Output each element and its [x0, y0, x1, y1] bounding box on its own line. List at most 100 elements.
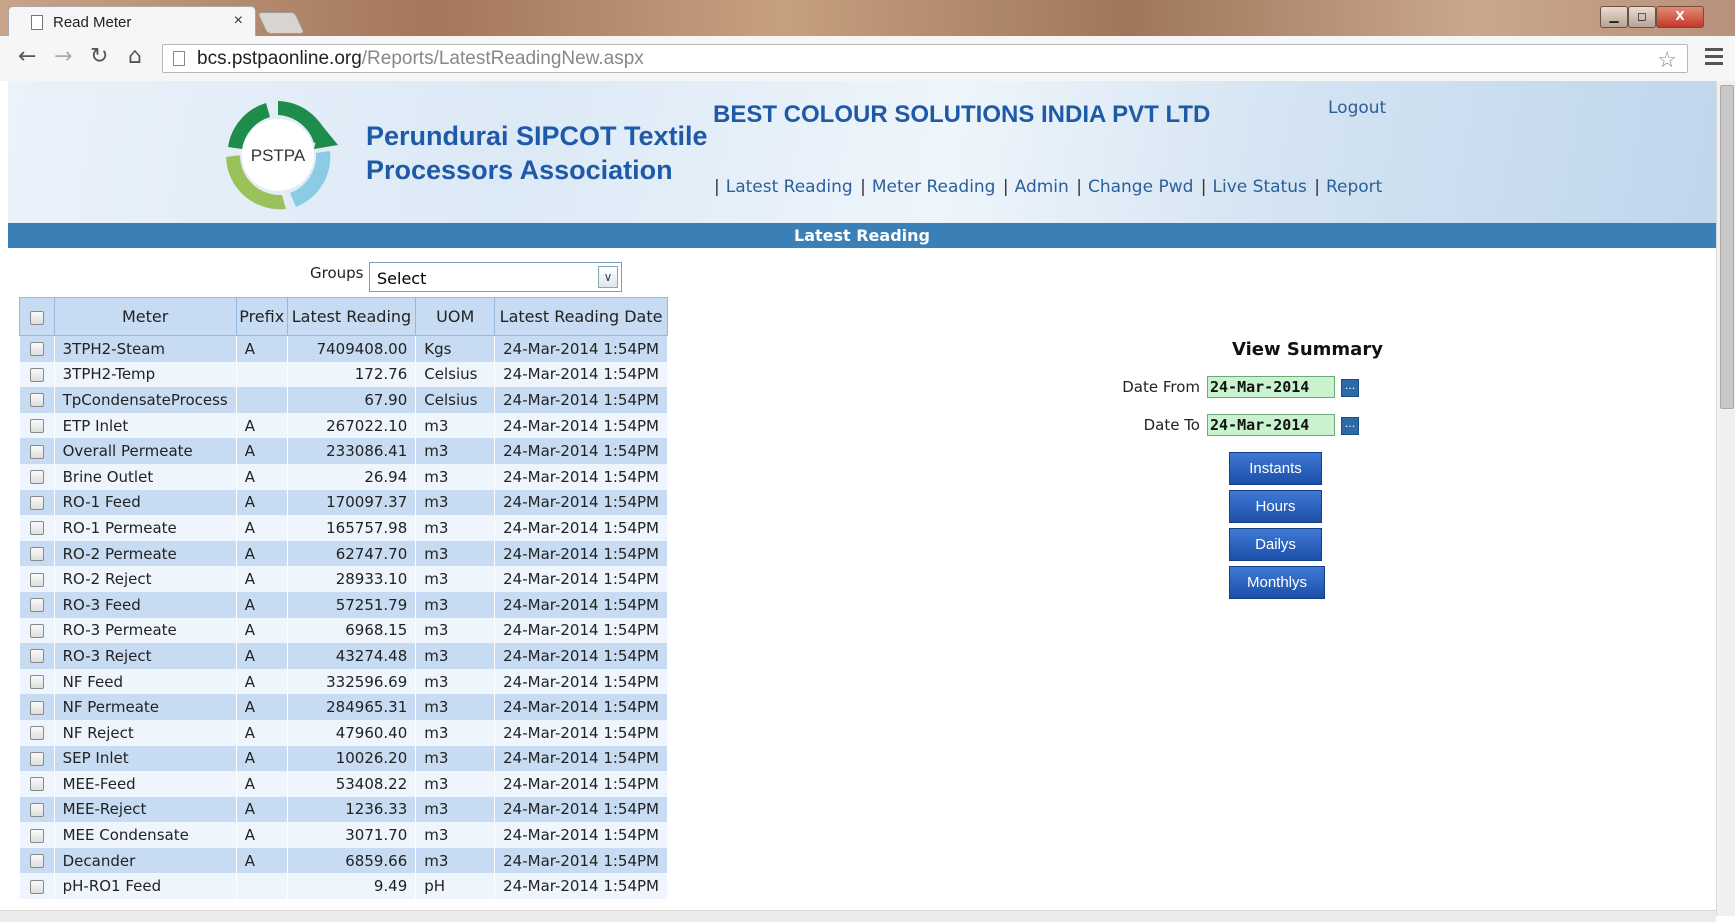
row-checkbox[interactable]: [29, 777, 44, 792]
row-checkbox[interactable]: [29, 342, 44, 357]
scrollbar-thumb[interactable]: [1720, 85, 1734, 409]
cell-date: 24-Mar-2014 1:54PM: [494, 515, 668, 541]
row-checkbox[interactable]: [29, 547, 44, 562]
table-row: NF Feed A 332596.69 m3 24-Mar-2014 1:54PM: [19, 668, 668, 695]
row-checkbox[interactable]: [29, 598, 44, 613]
browser-tab[interactable]: Read Meter ×: [8, 6, 256, 38]
row-checkbox[interactable]: [29, 495, 44, 510]
dailys-button[interactable]: Dailys: [1229, 528, 1322, 561]
row-checkbox-cell: [19, 412, 55, 439]
date-to-field[interactable]: 24-Mar-2014: [1207, 414, 1335, 436]
cell-latest-reading: 332596.69: [286, 668, 417, 695]
cell-meter: RO-2 Permeate: [53, 540, 237, 567]
bookmark-star-icon[interactable]: ☆: [1657, 46, 1677, 73]
row-checkbox[interactable]: [29, 828, 44, 843]
row-checkbox[interactable]: [29, 751, 44, 766]
cell-prefix: A: [235, 489, 288, 516]
col-prefix[interactable]: Prefix: [235, 297, 288, 336]
cell-meter: RO-1 Feed: [53, 489, 237, 516]
row-checkbox-cell: [19, 617, 55, 644]
cell-prefix: A: [235, 515, 288, 541]
row-checkbox[interactable]: [29, 700, 44, 715]
table-row: SEP Inlet A 10026.20 m3 24-Mar-2014 1:54PM: [19, 745, 668, 772]
nav-report[interactable]: Report: [1326, 177, 1382, 197]
date-from-field[interactable]: 24-Mar-2014: [1207, 376, 1335, 398]
cell-latest-reading: 26.94: [286, 463, 417, 490]
cell-uom: m3: [415, 412, 496, 439]
row-checkbox-cell: [19, 335, 55, 362]
table-row: RO-2 Permeate A 62747.70 m3 24-Mar-2014 1:54…: [19, 540, 668, 567]
hours-button[interactable]: Hours: [1229, 490, 1322, 523]
cell-meter: NF Reject: [53, 719, 237, 746]
vertical-scrollbar[interactable]: [1716, 81, 1735, 916]
logo-text: PSTPA: [251, 146, 306, 165]
row-checkbox[interactable]: [29, 367, 44, 382]
row-checkbox[interactable]: [29, 470, 44, 485]
minimize-button[interactable]: ▁: [1600, 6, 1628, 28]
nav-live-status[interactable]: Live Status: [1213, 177, 1307, 197]
select-all-checkbox[interactable]: [29, 310, 44, 325]
cell-meter: TpCondensateProcess: [53, 387, 237, 413]
row-checkbox[interactable]: [29, 419, 44, 434]
cell-latest-reading: 3071.70: [286, 822, 417, 848]
instants-button[interactable]: Instants: [1229, 452, 1322, 485]
maximize-button[interactable]: ◻: [1628, 6, 1656, 28]
date-from-label: Date From: [1122, 378, 1200, 396]
row-checkbox-cell: [19, 438, 55, 464]
col-latest-reading[interactable]: Latest Reading: [286, 297, 417, 336]
cell-latest-reading: 172.76: [286, 361, 417, 388]
row-checkbox-cell: [19, 566, 55, 592]
home-icon[interactable]: ⌂: [128, 46, 142, 68]
browser-menu-icon[interactable]: [1705, 48, 1723, 69]
row-checkbox[interactable]: [29, 726, 44, 741]
row-checkbox[interactable]: [29, 854, 44, 869]
tab-close-icon[interactable]: ×: [234, 12, 243, 30]
nav-latest-reading[interactable]: Latest Reading: [726, 177, 853, 197]
new-tab-button[interactable]: [256, 12, 306, 34]
cell-prefix: A: [235, 412, 288, 439]
readings-table: Meter Prefix Latest Reading UOM Latest R…: [19, 297, 668, 900]
monthlys-button[interactable]: Monthlys: [1229, 566, 1325, 599]
cell-prefix: A: [235, 335, 288, 362]
row-checkbox[interactable]: [29, 572, 44, 587]
nav-meter-reading[interactable]: Meter Reading: [872, 177, 996, 197]
nav-admin[interactable]: Admin: [1015, 177, 1069, 197]
forward-icon[interactable]: →: [54, 46, 72, 68]
window-titlebar: Read Meter × ▁ ◻ X: [0, 0, 1735, 38]
cell-date: 24-Mar-2014 1:54PM: [494, 796, 668, 823]
date-to-label: Date To: [1143, 416, 1200, 434]
calendar-to-button[interactable]: ...: [1341, 417, 1359, 435]
row-checkbox-cell: [19, 796, 55, 823]
nav-change-pwd[interactable]: Change Pwd: [1088, 177, 1193, 197]
close-window-button[interactable]: X: [1656, 6, 1704, 28]
row-checkbox[interactable]: [29, 393, 44, 408]
horizontal-scrollbar[interactable]: [0, 910, 1716, 922]
row-checkbox[interactable]: [29, 623, 44, 638]
row-checkbox[interactable]: [29, 444, 44, 459]
cell-uom: m3: [415, 591, 496, 618]
chevron-down-icon[interactable]: ∨: [598, 266, 618, 288]
row-checkbox[interactable]: [29, 649, 44, 664]
reload-icon[interactable]: ↻: [90, 46, 108, 68]
logout-link[interactable]: Logout: [1328, 98, 1386, 118]
calendar-from-button[interactable]: ...: [1341, 379, 1359, 397]
row-checkbox[interactable]: [29, 675, 44, 690]
row-checkbox-cell: [19, 489, 55, 516]
cell-uom: m3: [415, 694, 496, 720]
cell-date: 24-Mar-2014 1:54PM: [494, 694, 668, 720]
col-uom[interactable]: UOM: [415, 297, 496, 336]
table-row: pH-RO1 Feed 9.49 pH 24-Mar-2014 1:54PM: [19, 873, 668, 900]
col-latest-reading-date[interactable]: Latest Reading Date: [494, 297, 668, 336]
cell-uom: Celsius: [415, 387, 496, 413]
row-checkbox[interactable]: [29, 879, 44, 894]
groups-select[interactable]: Select ∨: [369, 262, 622, 292]
cell-latest-reading: 6968.15: [286, 617, 417, 644]
row-checkbox[interactable]: [29, 802, 44, 817]
address-bar[interactable]: bcs.pstpaonline.org/Reports/LatestReadin…: [162, 44, 1688, 73]
cell-uom: m3: [415, 719, 496, 746]
row-checkbox[interactable]: [29, 521, 44, 536]
col-meter[interactable]: Meter: [53, 297, 237, 336]
table-row: 3TPH2-Temp 172.76 Celsius 24-Mar-2014 1:54P…: [19, 361, 668, 388]
back-icon[interactable]: ←: [18, 46, 36, 68]
cell-date: 24-Mar-2014 1:54PM: [494, 438, 668, 464]
